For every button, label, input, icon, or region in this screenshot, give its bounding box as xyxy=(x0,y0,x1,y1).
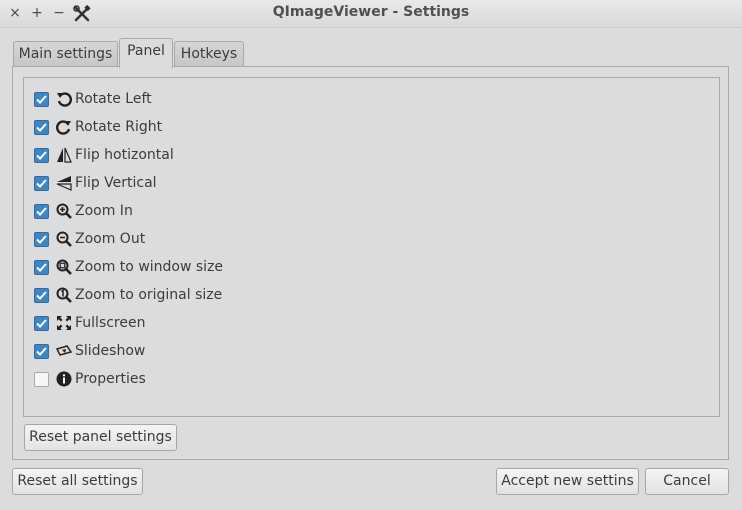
fullscreen-icon xyxy=(56,315,72,331)
option-label: Zoom to original size xyxy=(75,287,223,303)
panel-tab-content: Rotate Left Rotate Right Flip hotizontal xyxy=(12,66,729,460)
option-fullscreen[interactable]: Fullscreen xyxy=(34,312,145,334)
zoom-original-icon xyxy=(56,287,72,303)
zoom-in-icon xyxy=(56,203,72,219)
zoom-out-icon xyxy=(56,231,72,247)
reset-panel-settings-button[interactable]: Reset panel settings xyxy=(24,424,177,451)
option-label: Fullscreen xyxy=(75,315,146,331)
zoom-in-checkbox[interactable] xyxy=(34,203,49,219)
option-zoom-original[interactable]: Zoom to original size xyxy=(34,284,222,306)
option-label: Flip Vertical xyxy=(75,175,157,191)
option-flip-horizontal[interactable]: Flip hotizontal xyxy=(34,144,174,166)
title-bar: × + − QImageViewer - Settings xyxy=(0,0,742,28)
tab-hotkeys[interactable]: Hotkeys xyxy=(174,41,244,67)
flip-vertical-checkbox[interactable] xyxy=(34,175,49,191)
rotate-left-checkbox[interactable] xyxy=(34,91,49,107)
panel-buttons-group: Rotate Left Rotate Right Flip hotizontal xyxy=(23,77,720,417)
option-properties[interactable]: Properties xyxy=(34,368,146,390)
option-flip-vertical[interactable]: Flip Vertical xyxy=(34,172,157,194)
reset-all-settings-button[interactable]: Reset all settings xyxy=(12,468,143,495)
tab-main-settings[interactable]: Main settings xyxy=(13,41,118,67)
option-label: Rotate Left xyxy=(75,91,152,107)
option-label: Rotate Right xyxy=(75,119,163,135)
flip-horizontal-checkbox[interactable] xyxy=(34,147,49,163)
zoom-fit-icon xyxy=(56,259,72,275)
fullscreen-checkbox[interactable] xyxy=(34,315,49,331)
option-label: Slideshow xyxy=(75,343,146,359)
option-label: Zoom to window size xyxy=(75,259,224,275)
option-rotate-left[interactable]: Rotate Left xyxy=(34,88,152,110)
rotate-right-checkbox[interactable] xyxy=(34,119,49,135)
slideshow-checkbox[interactable] xyxy=(34,343,49,359)
accept-button[interactable]: Accept new settins xyxy=(496,468,639,495)
option-zoom-window[interactable]: Zoom to window size xyxy=(34,256,223,278)
rotate-right-icon xyxy=(56,119,72,135)
window-title: QImageViewer - Settings xyxy=(272,4,470,20)
tab-panel[interactable]: Panel xyxy=(119,38,173,68)
option-rotate-right[interactable]: Rotate Right xyxy=(34,116,162,138)
zoom-window-checkbox[interactable] xyxy=(34,259,49,275)
zoom-out-checkbox[interactable] xyxy=(34,231,49,247)
option-label: Zoom In xyxy=(75,203,133,219)
option-zoom-in[interactable]: Zoom In xyxy=(34,200,133,222)
properties-checkbox[interactable] xyxy=(34,371,49,387)
zoom-original-checkbox[interactable] xyxy=(34,287,49,303)
flip-horizontal-icon xyxy=(56,147,72,163)
option-label: Flip hotizontal xyxy=(75,147,174,163)
option-label: Properties xyxy=(75,371,146,387)
info-icon xyxy=(56,371,72,387)
rotate-left-icon xyxy=(56,91,72,107)
cancel-button[interactable]: Cancel xyxy=(645,468,729,495)
option-label: Zoom Out xyxy=(75,231,146,247)
option-zoom-out[interactable]: Zoom Out xyxy=(34,228,145,250)
option-slideshow[interactable]: Slideshow xyxy=(34,340,145,362)
slideshow-icon xyxy=(56,343,72,359)
flip-vertical-icon xyxy=(56,175,72,191)
